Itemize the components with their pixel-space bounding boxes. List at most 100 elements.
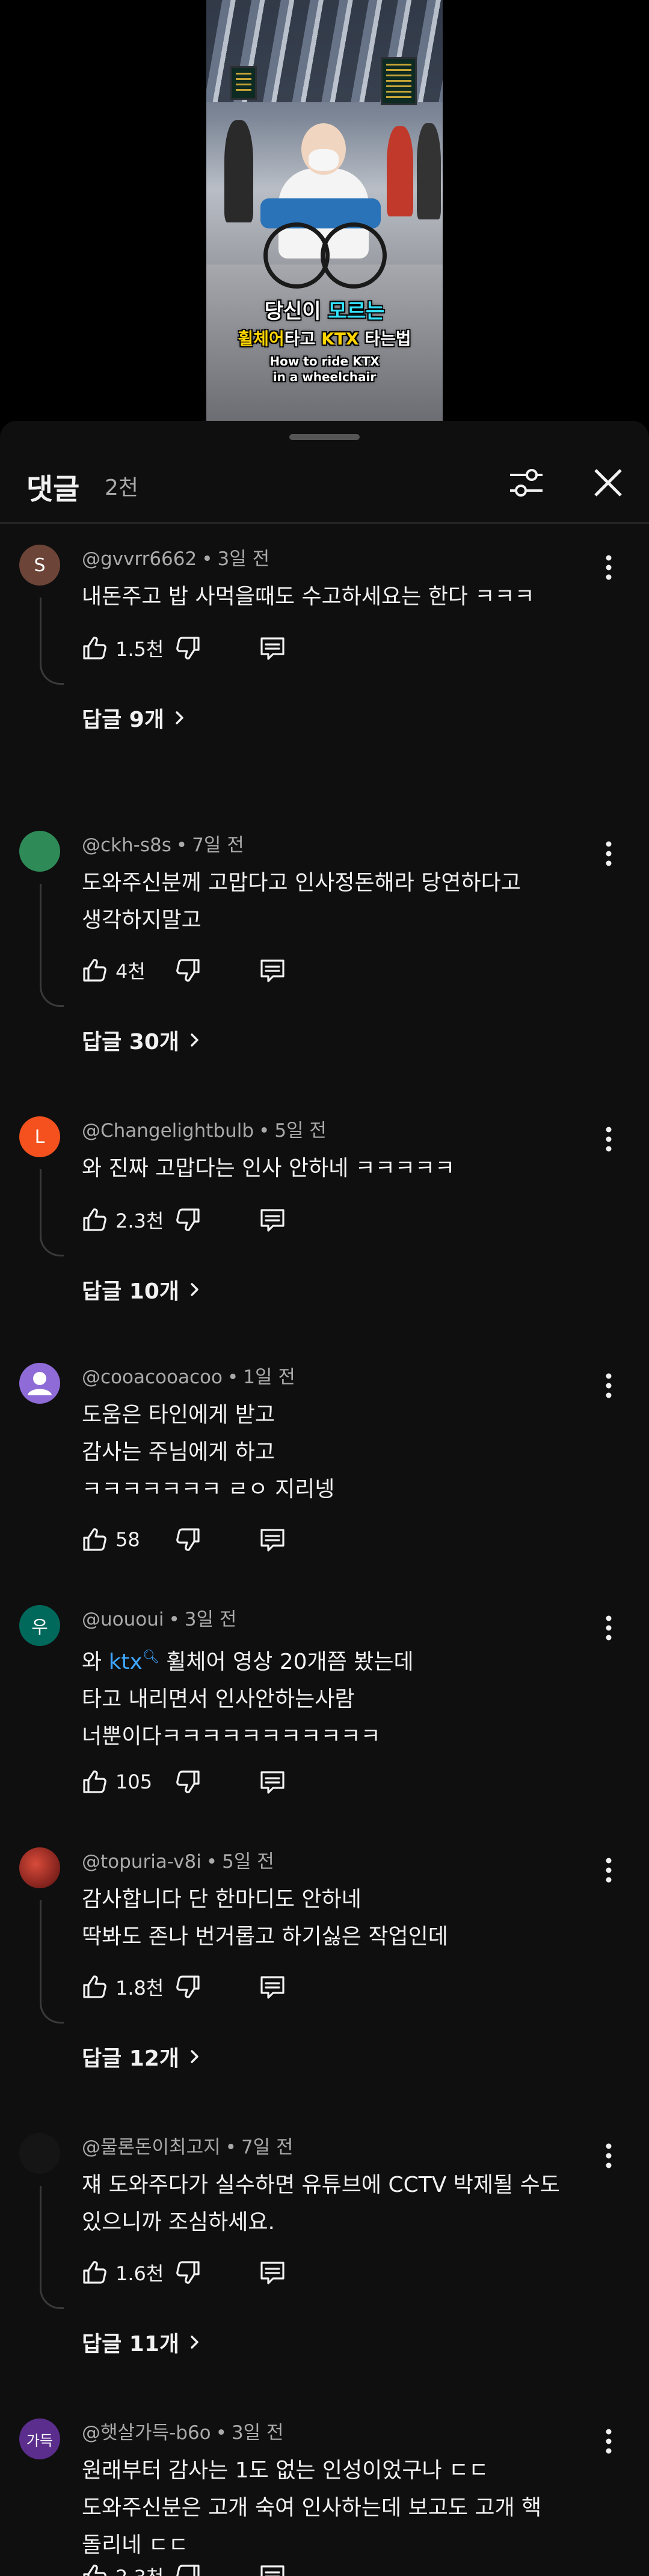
reply-comment-icon bbox=[257, 955, 288, 985]
reply-button[interactable] bbox=[257, 1520, 288, 1559]
like-button[interactable]: 2.3천 bbox=[79, 2557, 164, 2576]
avatar[interactable] bbox=[19, 2133, 60, 2174]
like-button[interactable]: 2.3천 bbox=[79, 1201, 164, 1239]
comment-meta: @햇살가득-b6o • 3일 전 bbox=[82, 2422, 284, 2444]
avatar[interactable] bbox=[19, 1847, 60, 1888]
dislike-button[interactable] bbox=[173, 2557, 203, 2576]
view-replies-button[interactable]: 답글 11개 bbox=[82, 2324, 203, 2360]
like-button[interactable]: 105 bbox=[79, 1763, 152, 1801]
background-person bbox=[417, 123, 441, 219]
dislike-button[interactable] bbox=[173, 951, 203, 990]
comment-time: 3일 전 bbox=[184, 1609, 237, 1630]
like-button[interactable]: 1.8천 bbox=[79, 1968, 164, 2006]
comment-actions: 58 bbox=[79, 1520, 392, 1559]
replies-label: 답글 11개 bbox=[82, 2332, 179, 2357]
like-count: 105 bbox=[115, 1770, 153, 1793]
dislike-button[interactable] bbox=[173, 2253, 203, 2292]
departure-board bbox=[230, 66, 257, 100]
comment-meta: @물론돈이최고지 • 7일 전 bbox=[82, 2137, 294, 2158]
comment-author[interactable]: @cooacooacoo bbox=[82, 1366, 223, 1388]
comments-count: 2천 bbox=[105, 476, 139, 500]
dislike-button[interactable] bbox=[173, 1520, 203, 1559]
like-count: 2.3천 bbox=[115, 2562, 164, 2576]
drag-handle[interactable] bbox=[289, 434, 360, 440]
reply-button[interactable] bbox=[257, 629, 288, 667]
dislike-button[interactable] bbox=[173, 629, 203, 667]
comment-actions: 4천 bbox=[79, 951, 392, 990]
comment-author[interactable]: @Changelightbulb bbox=[82, 1120, 254, 1142]
reply-button[interactable] bbox=[257, 1968, 288, 2006]
thumbs-up-icon bbox=[79, 955, 109, 985]
comment-time: 3일 전 bbox=[231, 2422, 284, 2444]
more-vertical-icon[interactable] bbox=[595, 551, 622, 584]
video-title-line1: 당신이 모르는 bbox=[264, 299, 385, 323]
hashtag-link[interactable]: ktx🔍︎ bbox=[109, 1650, 159, 1674]
video-title-line2: 휠체어타고 KTX 타는법 bbox=[238, 329, 411, 349]
thumbs-down-icon bbox=[173, 1525, 203, 1555]
reply-button[interactable] bbox=[257, 1201, 288, 1239]
dislike-button[interactable] bbox=[173, 1763, 203, 1801]
avatar[interactable] bbox=[19, 831, 60, 872]
more-vertical-icon[interactable] bbox=[595, 1369, 622, 1403]
video-thumbnail[interactable]: 당신이 모르는 휠체어타고 KTX 타는법 How to ride KTX in… bbox=[206, 0, 443, 421]
thumbs-down-icon bbox=[173, 955, 203, 985]
reply-thread-line bbox=[40, 884, 64, 1007]
view-replies-button[interactable]: 답글 30개 bbox=[82, 1022, 203, 1058]
thumbs-up-icon bbox=[79, 1525, 109, 1555]
thumbs-up-icon bbox=[79, 1767, 109, 1797]
comment-author[interactable]: @topuria-v8i bbox=[82, 1851, 201, 1873]
comment-text: 내돈주고 밥 사먹을때도 수고하세요는 한다 ㅋㅋㅋ bbox=[82, 584, 535, 609]
avatar[interactable]: 우 bbox=[19, 1605, 60, 1646]
chevron-right-icon bbox=[179, 1280, 203, 1299]
comment-text: 원래부터 감사는 1도 없는 인성이었구나 ㄷㄷ 도와주신분은 고개 숙여 인사… bbox=[82, 2458, 542, 2557]
thumbs-down-icon bbox=[173, 633, 203, 663]
like-count: 1.6천 bbox=[115, 2262, 164, 2285]
thumbs-up-icon bbox=[79, 2257, 109, 2287]
reply-button[interactable] bbox=[257, 1763, 288, 1801]
comment-meta: @gvvrr6662 • 3일 전 bbox=[82, 548, 270, 570]
thumbs-down-icon bbox=[173, 1972, 203, 2002]
chevron-right-icon bbox=[179, 1031, 203, 1049]
avatar[interactable]: 가득 bbox=[19, 2418, 60, 2459]
close-icon[interactable] bbox=[587, 462, 629, 504]
like-count: 1.5천 bbox=[115, 638, 164, 661]
background-person bbox=[387, 126, 413, 216]
more-vertical-icon[interactable] bbox=[595, 837, 622, 870]
avatar[interactable] bbox=[19, 1363, 60, 1404]
comment-author[interactable]: @uououi bbox=[82, 1609, 164, 1630]
comment-author[interactable]: @ckh-s8s bbox=[82, 834, 171, 856]
default-user-icon bbox=[28, 1372, 52, 1395]
chevron-right-icon bbox=[164, 709, 188, 727]
avatar[interactable]: L bbox=[19, 1116, 60, 1157]
thumbs-down-icon bbox=[173, 1767, 203, 1797]
like-button[interactable]: 58 bbox=[79, 1520, 140, 1559]
reply-button[interactable] bbox=[257, 2253, 288, 2292]
comment-author[interactable]: @gvvrr6662 bbox=[82, 548, 197, 570]
comment-meta: @uououi • 3일 전 bbox=[82, 1609, 237, 1630]
comment-actions: 2.3천 bbox=[79, 1201, 392, 1239]
comment-actions: 1.8천 bbox=[79, 1968, 392, 2006]
video-player[interactable]: 당신이 모르는 휠체어타고 KTX 타는법 How to ride KTX in… bbox=[0, 0, 649, 421]
more-vertical-icon[interactable] bbox=[595, 1853, 622, 1887]
reply-button[interactable] bbox=[257, 2557, 288, 2576]
comment-author[interactable]: @햇살가득-b6o bbox=[82, 2422, 211, 2444]
view-replies-button[interactable]: 답글 10개 bbox=[82, 1271, 203, 1308]
view-replies-button[interactable]: 답글 12개 bbox=[82, 2039, 203, 2075]
like-button[interactable]: 1.6천 bbox=[79, 2253, 164, 2292]
like-button[interactable]: 1.5천 bbox=[79, 629, 164, 667]
comment-time: 5일 전 bbox=[274, 1120, 327, 1142]
reply-button[interactable] bbox=[257, 951, 288, 990]
view-replies-button[interactable]: 답글 9개 bbox=[82, 700, 188, 736]
comment-author[interactable]: @물론돈이최고지 bbox=[82, 2137, 221, 2158]
more-vertical-icon[interactable] bbox=[595, 1611, 622, 1645]
dislike-button[interactable] bbox=[173, 1201, 203, 1239]
chevron-right-icon bbox=[179, 2333, 203, 2351]
filter-sliders-icon[interactable] bbox=[505, 462, 547, 504]
avatar[interactable]: S bbox=[19, 545, 60, 586]
more-vertical-icon[interactable] bbox=[595, 2425, 622, 2458]
dislike-button[interactable] bbox=[173, 1968, 203, 2006]
more-vertical-icon[interactable] bbox=[595, 1122, 622, 1156]
like-button[interactable]: 4천 bbox=[79, 951, 146, 990]
more-vertical-icon[interactable] bbox=[595, 2139, 622, 2173]
comment-time: 7일 전 bbox=[241, 2137, 294, 2158]
